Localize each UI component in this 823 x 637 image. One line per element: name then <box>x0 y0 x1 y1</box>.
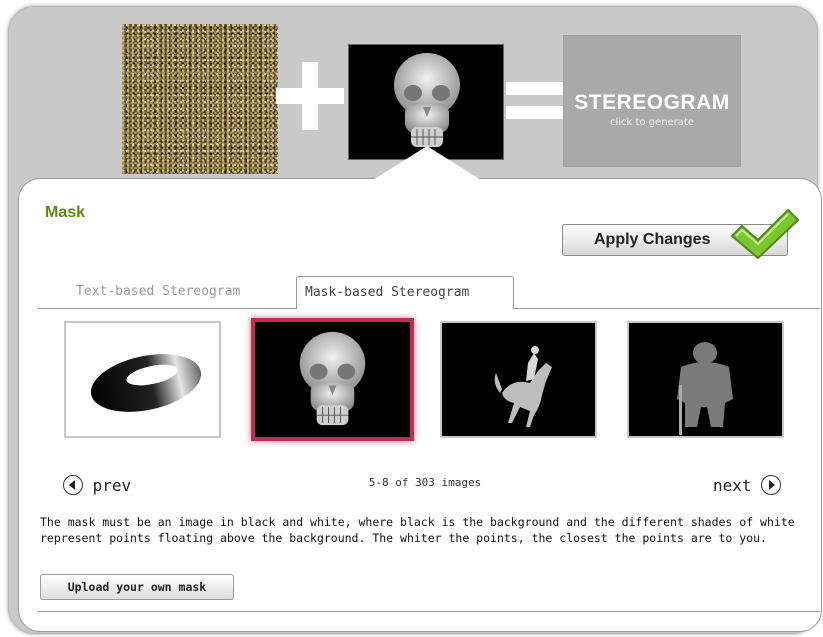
click-to-generate-text: click to generate <box>609 117 695 128</box>
mask-thumbnail-skull[interactable] <box>251 318 414 441</box>
generate-stereogram-button[interactable]: STEREOGRAM click to generate <box>563 35 741 167</box>
mask-thumbnail-warrior[interactable] <box>627 321 784 438</box>
mask-description: The mask must be an image in black and w… <box>40 515 795 545</box>
mask-thumbnail-horse-rider[interactable] <box>440 321 597 438</box>
arrow-right-icon <box>761 475 782 495</box>
current-mask-image[interactable] <box>348 44 504 160</box>
next-label: next <box>713 476 752 495</box>
checkmark-icon <box>730 208 800 260</box>
plus-icon <box>276 62 344 130</box>
tab-mask-based[interactable]: Mask-based Stereogram <box>296 276 514 309</box>
upload-mask-button[interactable]: Upload your own mask <box>40 574 234 600</box>
panel-heading: Mask <box>45 204 86 221</box>
bottom-divider <box>38 611 820 612</box>
pattern-texture-image[interactable] <box>122 24 278 174</box>
tab-text-based[interactable]: Text-based Stereogram <box>68 276 248 308</box>
image-count: 5-8 of 303 images <box>368 476 482 489</box>
stereogram-title: STEREOGRAM <box>574 91 730 114</box>
equals-icon <box>506 82 566 122</box>
next-button[interactable]: next <box>713 475 782 495</box>
panel-pointer <box>373 146 481 180</box>
mask-thumbnail-torus[interactable] <box>64 321 221 438</box>
